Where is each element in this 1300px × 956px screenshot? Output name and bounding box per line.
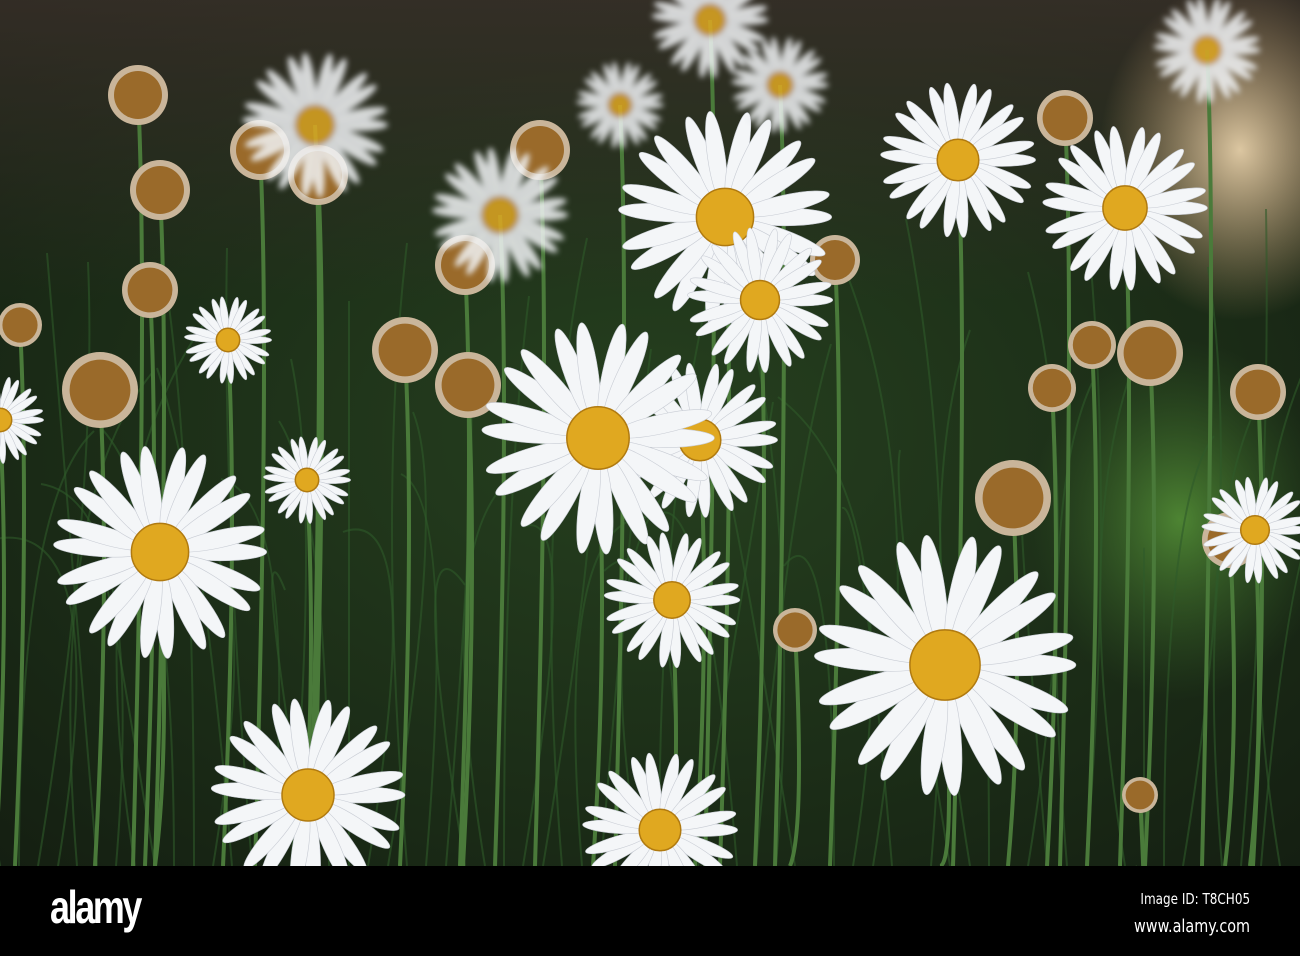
watermark-bar: alamy Image ID: T8CH05 www.alamy.com	[0, 866, 1300, 956]
daisy-photo	[0, 0, 1300, 866]
image-id: Image ID: T8CH05	[1140, 890, 1250, 908]
alamy-logo: alamy	[50, 881, 142, 933]
watermark-url: www.alamy.com	[1133, 916, 1250, 937]
